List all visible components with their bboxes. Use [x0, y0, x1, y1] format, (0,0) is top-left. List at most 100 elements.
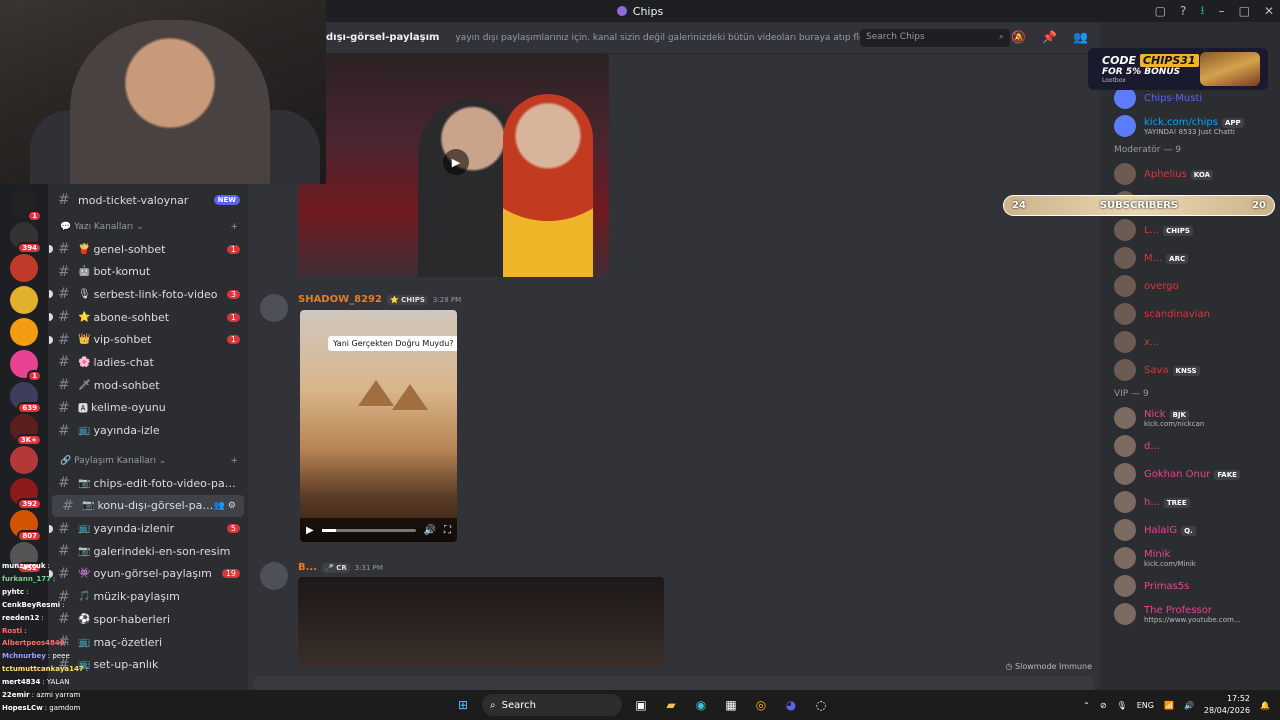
server-icon[interactable]	[10, 254, 38, 282]
wifi-icon[interactable]: 📶	[1164, 701, 1174, 710]
channel-settings-icon[interactable]: 👥 ⚙	[214, 501, 236, 511]
channel-item[interactable]: # 🍟 genel-sohbet 1	[48, 238, 248, 261]
file-explorer-icon[interactable]: ▰	[660, 694, 682, 716]
chrome-icon[interactable]: ◎	[750, 694, 772, 716]
add-channel-icon[interactable]: +	[230, 222, 238, 232]
category-share-channels[interactable]: 🔗 Paylaşım Kanalları ⌄ +	[48, 450, 248, 472]
category-label: Paylaşım Kanalları	[74, 455, 156, 466]
message-author[interactable]: SHADOW_8292	[298, 294, 382, 305]
members-icon[interactable]: 👥	[1073, 30, 1088, 45]
member-item[interactable]: overgo	[1100, 272, 1280, 300]
server-icon[interactable]: 1	[10, 190, 42, 222]
task-view-icon[interactable]: ▣	[630, 694, 652, 716]
server-icon[interactable]: 392	[10, 478, 42, 510]
avatar	[1114, 435, 1136, 457]
minimize-button[interactable]: –	[1219, 4, 1225, 18]
maximize-button[interactable]: □	[1239, 4, 1250, 18]
network-off-icon[interactable]: ⊘	[1100, 701, 1107, 710]
message-author[interactable]: B...	[298, 562, 317, 573]
member-item[interactable]: scandinavian	[1100, 300, 1280, 328]
channel-item[interactable]: # 🤖 bot-komut	[48, 260, 248, 283]
play-icon[interactable]: ▶	[443, 149, 469, 175]
member-item[interactable]: Nick BJK kick.com/nickcan	[1100, 404, 1280, 432]
member-name: kick.com/chips	[1144, 116, 1218, 128]
download-icon[interactable]: ⭳	[1200, 1, 1204, 22]
edge-icon[interactable]: ◉	[690, 694, 712, 716]
inbox-icon[interactable]: ▢	[1155, 4, 1166, 18]
avatar[interactable]	[260, 294, 288, 322]
member-item[interactable]: The Professor https://www.youtube.com...	[1100, 600, 1280, 628]
notification-bell-icon[interactable]: 🔔	[1260, 701, 1270, 710]
member-item[interactable]: HalalG Q.	[1100, 516, 1280, 544]
channel-item[interactable]: # 🎙 serbest-link-foto-video 3	[48, 283, 248, 306]
member-item[interactable]: Minik kick.com/Minik	[1100, 544, 1280, 572]
member-item[interactable]: d...	[1100, 432, 1280, 460]
server-icon[interactable]: 639	[10, 382, 42, 414]
close-button[interactable]: ✕	[1264, 4, 1274, 18]
server-icon[interactable]: 3K+	[10, 414, 42, 446]
windows-start-icon[interactable]: ⊞	[452, 694, 474, 716]
obs-icon[interactable]: ◌	[810, 694, 832, 716]
speaker-icon[interactable]: 🔊	[1184, 701, 1194, 710]
fullscreen-icon[interactable]: ⛶	[444, 525, 451, 536]
server-icon[interactable]: 394	[10, 222, 42, 254]
webcam-person	[70, 20, 270, 184]
channel-item[interactable]: # 📺 yayında-izle	[48, 419, 248, 442]
clock[interactable]: 17:52 28/04/2026	[1204, 693, 1250, 717]
pin-icon[interactable]: 📌	[1042, 30, 1057, 45]
server-icon[interactable]	[10, 286, 38, 314]
category-text-channels[interactable]: 💬 Yazı Kanalları ⌄ +	[48, 216, 248, 238]
server-icon[interactable]	[10, 446, 38, 474]
member-item[interactable]: M... ARC	[1100, 244, 1280, 272]
member-item[interactable]: Primas5s	[1100, 572, 1280, 600]
server-icon[interactable]: 807	[10, 510, 42, 542]
stream-chat-user: CenkBeyResmi	[2, 600, 61, 609]
attachment-video-1[interactable]: ▶	[298, 54, 609, 277]
play-icon[interactable]: ▶	[306, 525, 314, 536]
search-input[interactable]: Search Chips ⌕	[860, 29, 1010, 47]
channel-item[interactable]: # 🅰kelime-oyunu	[48, 397, 248, 420]
avatar	[1114, 331, 1136, 353]
volume-icon[interactable]: 🔊	[424, 525, 436, 536]
stream-chat-text: : azmi yarram	[31, 691, 81, 700]
channel-mod-ticket[interactable]: # mod-ticket-valoynar NEW	[48, 189, 248, 212]
attachment-video-2[interactable]: Yani Gerçekten Doğru Muydu? ▶ 🔊 ⛶	[300, 310, 457, 542]
speech-icon: 💬	[60, 221, 75, 232]
message-composer[interactable]	[254, 676, 1094, 690]
attachment-image-3[interactable]	[298, 577, 664, 667]
chevron-up-icon[interactable]: ⌃	[1083, 701, 1090, 710]
member-item[interactable]: x...	[1100, 328, 1280, 356]
avatar	[1114, 115, 1136, 137]
notification-icon[interactable]: 🔕	[1011, 30, 1026, 45]
channel-item[interactable]: # 👑 vip-sohbet 1	[48, 328, 248, 351]
channel-item[interactable]: # 📺 yayında-izlenir 5	[48, 517, 248, 540]
channel-item[interactable]: # 🌸 ladies-chat	[48, 351, 248, 374]
member-item[interactable]: L... CHIPS	[1100, 216, 1280, 244]
member-item[interactable]: h... TREE	[1100, 488, 1280, 516]
mic-icon[interactable]: 🎙	[1117, 701, 1127, 710]
server-icon[interactable]	[10, 318, 38, 346]
member-item[interactable]: Gokhan Onur FAKE	[1100, 460, 1280, 488]
server-icon[interactable]: 1	[10, 350, 42, 382]
store-icon[interactable]: ▦	[720, 694, 742, 716]
unread-dot	[49, 524, 53, 533]
avatar[interactable]	[260, 562, 288, 590]
video-progress[interactable]	[321, 528, 416, 532]
help-icon[interactable]: ?	[1180, 4, 1186, 18]
member-item[interactable]: kick.com/chips APP YAYINDA! 8533 Just Chat…	[1100, 112, 1280, 140]
channel-item[interactable]: # 📷chips-edit-foto-video-paylaş...	[48, 472, 248, 495]
member-name: Primas5s	[1144, 580, 1190, 592]
member-item[interactable]: Sava KNSS	[1100, 356, 1280, 384]
mention-badge: 1	[226, 244, 240, 254]
taskbar-search[interactable]: ⌕ Search	[482, 694, 622, 716]
channel-item[interactable]: # 🗡 mod-sohbet	[48, 374, 248, 397]
language-indicator[interactable]: ENG	[1137, 701, 1154, 710]
member-item[interactable]: Aphelius KOA	[1100, 160, 1280, 188]
channel-item[interactable]: # 📷konu-dışı-görsel-payla...👥 ⚙	[52, 494, 244, 518]
add-channel-icon[interactable]: +	[230, 456, 238, 466]
stream-chat-text: :	[47, 562, 50, 570]
channel-item[interactable]: # ⭐ abone-sohbet 1	[48, 306, 248, 329]
role-tag-text: CR	[336, 563, 347, 572]
discord-icon[interactable]: ◕	[780, 694, 802, 716]
stream-chat-user: Mchnurbey	[2, 652, 46, 661]
